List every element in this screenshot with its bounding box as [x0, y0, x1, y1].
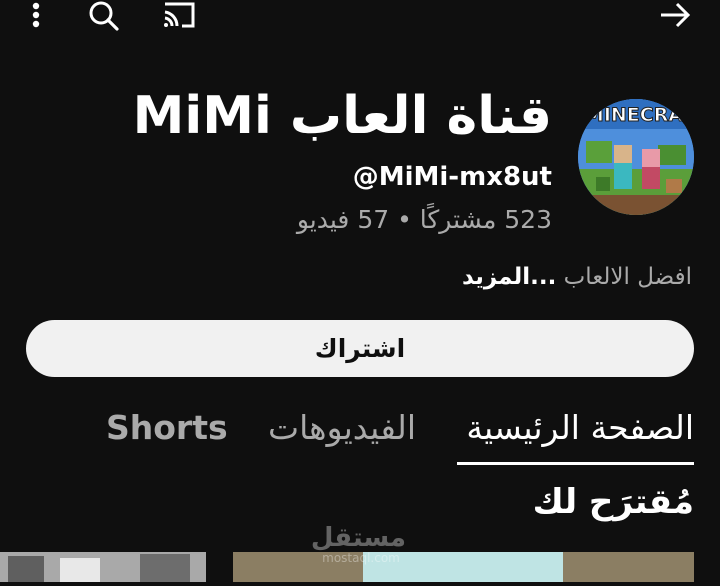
channel-name: قناة العاب MiMi [132, 86, 552, 146]
section-title: مُقترَح لك [532, 482, 694, 522]
top-app-bar [0, 0, 720, 32]
channel-stats: 523 مشتركًا • 57 فيديو [296, 205, 552, 234]
arrow-forward-icon[interactable] [658, 0, 692, 32]
active-tab-indicator [457, 462, 694, 465]
channel-avatar[interactable]: MINECRA [578, 99, 694, 215]
more-vert-icon[interactable] [26, 0, 46, 30]
tab-shorts[interactable]: Shorts [106, 404, 228, 452]
channel-handle: @MiMi-mx8ut [352, 162, 552, 192]
channel-description[interactable]: افضل الالعاب ...المزيد [462, 260, 692, 294]
video-thumbnail-1[interactable] [0, 552, 206, 582]
minecraft-avatar-art: MINECRA [578, 99, 694, 215]
description-text: افضل الالعاب [563, 264, 692, 290]
watermark-logo: مستقل [310, 523, 406, 553]
subscribe-button[interactable]: اشتراك [26, 320, 694, 377]
tab-videos[interactable]: الفيديوهات [268, 404, 416, 452]
cast-icon[interactable] [160, 0, 198, 30]
avatar-logo-text: MINECRA [585, 104, 683, 126]
watermark-domain: mostaql.com [322, 551, 400, 565]
search-icon[interactable] [86, 0, 120, 32]
thumbnail-image [233, 552, 694, 582]
more-link[interactable]: ...المزيد [462, 264, 556, 290]
thumbnail-image [0, 552, 206, 582]
video-thumbnail-2[interactable] [233, 552, 694, 582]
tab-home[interactable]: الصفحة الرئيسية [466, 404, 694, 452]
mostaql-watermark: مستقل mostaql.com [310, 523, 406, 565]
